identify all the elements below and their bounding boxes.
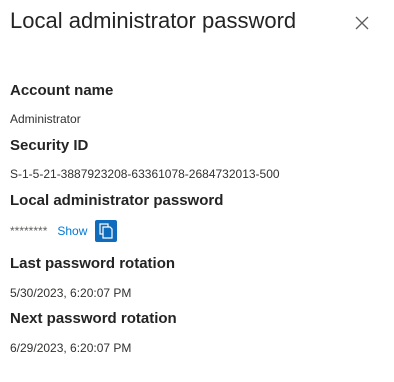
next-rotation-label: Next password rotation — [10, 310, 177, 327]
last-rotation-value: 5/30/2023, 6:20:07 PM — [10, 286, 132, 300]
security-id-label: Security ID — [10, 137, 89, 154]
password-label: Local administrator password — [10, 192, 224, 209]
copy-icon — [99, 223, 113, 239]
masked-password: ******** — [10, 224, 48, 238]
password-row: ******** Show — [10, 220, 118, 242]
show-password-link[interactable]: Show — [57, 224, 87, 238]
security-id-value: S-1-5-21-3887923208-63361078-2684732013-… — [10, 167, 280, 181]
copy-password-button[interactable] — [95, 220, 118, 242]
next-rotation-value: 6/29/2023, 6:20:07 PM — [10, 341, 132, 355]
account-name-label: Account name — [10, 82, 114, 99]
account-name-value: Administrator — [10, 112, 81, 126]
close-button[interactable] — [352, 13, 372, 33]
last-rotation-label: Last password rotation — [10, 255, 176, 272]
lapsw-panel: Local administrator password Account nam… — [0, 0, 394, 382]
close-icon — [355, 16, 369, 30]
panel-title: Local administrator password — [10, 8, 297, 33]
